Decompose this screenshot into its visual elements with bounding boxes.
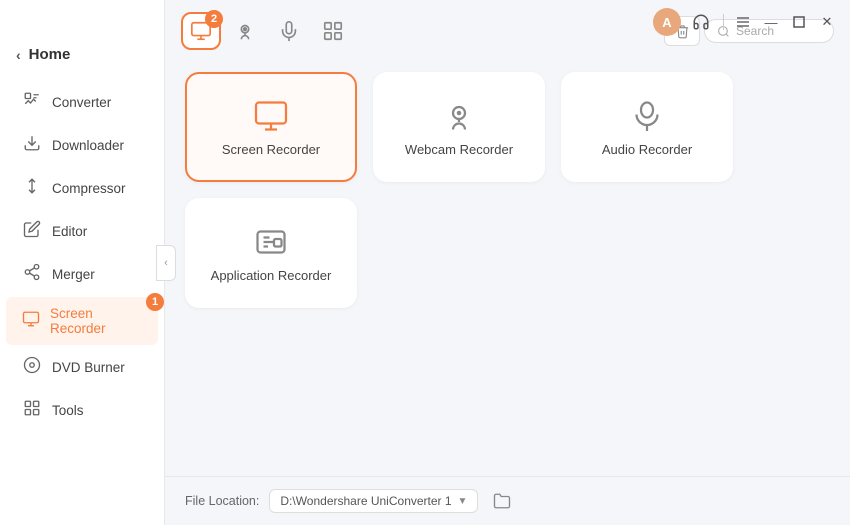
downloader-icon (22, 134, 42, 157)
sidebar-home-label: Home (29, 46, 71, 63)
card-audio-recorder-label: Audio Recorder (602, 142, 692, 157)
sidebar-item-screen-recorder[interactable]: Screen Recorder 1 (6, 297, 158, 345)
footer: File Location: D:\Wondershare UniConvert… (165, 476, 850, 525)
titlebar: A — ✕ (641, 0, 850, 44)
headphone-icon[interactable] (687, 8, 715, 36)
card-application-recorder[interactable]: Application Recorder (185, 198, 357, 308)
screen-recorder-badge: 1 (146, 293, 164, 311)
sidebar-item-label: Editor (52, 224, 87, 239)
converter-icon (22, 91, 42, 114)
divider (723, 14, 724, 30)
maximize-button[interactable] (788, 11, 810, 33)
tab-apps[interactable] (313, 12, 353, 50)
card-audio-recorder[interactable]: Audio Recorder (561, 72, 733, 182)
sidebar-collapse-button[interactable]: ‹ (156, 245, 176, 281)
sidebar-item-label: Tools (52, 403, 84, 418)
back-button[interactable]: ‹ (16, 47, 21, 63)
tools-icon (22, 399, 42, 422)
screen-recorder-icon (22, 310, 40, 333)
sidebar-item-merger[interactable]: Merger (6, 254, 158, 295)
sidebar-header: ‹ Home (0, 36, 164, 81)
cards-area: Screen Recorder Webcam Recorder Audio (165, 62, 850, 476)
sidebar-item-label: Compressor (52, 181, 126, 196)
sidebar-item-compressor[interactable]: Compressor (6, 168, 158, 209)
cards-row-2: Application Recorder (185, 198, 830, 308)
sidebar-item-tools[interactable]: Tools (6, 390, 158, 431)
dvd-burner-icon (22, 356, 42, 379)
sidebar-item-downloader[interactable]: Downloader (6, 125, 158, 166)
tab-screen[interactable]: 2 (181, 12, 221, 50)
menu-button[interactable] (732, 11, 754, 33)
avatar[interactable]: A (653, 8, 681, 36)
sidebar-item-converter[interactable]: Converter (6, 82, 158, 123)
cards-row-1: Screen Recorder Webcam Recorder Audio (185, 72, 830, 182)
sidebar-item-label: Merger (52, 267, 95, 282)
editor-icon (22, 220, 42, 243)
sidebar-item-editor[interactable]: Editor (6, 211, 158, 252)
tab-webcam[interactable] (225, 12, 265, 50)
sidebar: ‹ Home Converter Downloader (0, 0, 165, 525)
card-webcam-recorder-label: Webcam Recorder (405, 142, 513, 157)
sidebar-item-dvd-burner[interactable]: DVD Burner (6, 347, 158, 388)
minimize-button[interactable]: — (760, 11, 782, 33)
sidebar-item-label: DVD Burner (52, 360, 125, 375)
tab-screen-badge: 2 (205, 10, 223, 28)
file-location-path[interactable]: D:\Wondershare UniConverter 1 ▼ (269, 489, 478, 513)
card-screen-recorder-label: Screen Recorder (222, 142, 320, 157)
card-screen-recorder[interactable]: Screen Recorder (185, 72, 357, 182)
compressor-icon (22, 177, 42, 200)
card-application-recorder-label: Application Recorder (211, 268, 332, 283)
file-location-label: File Location: (185, 494, 259, 508)
tab-audio[interactable] (269, 12, 309, 50)
close-button[interactable]: ✕ (816, 11, 838, 33)
main-content: 2 (165, 0, 850, 525)
card-webcam-recorder[interactable]: Webcam Recorder (373, 72, 545, 182)
sidebar-item-label: Converter (52, 95, 111, 110)
dropdown-icon: ▼ (458, 496, 468, 507)
merger-icon (22, 263, 42, 286)
sidebar-item-label: Downloader (52, 138, 124, 153)
open-folder-button[interactable] (488, 487, 516, 515)
sidebar-item-label: Screen Recorder (50, 306, 142, 336)
file-path-text: D:\Wondershare UniConverter 1 (280, 494, 451, 508)
